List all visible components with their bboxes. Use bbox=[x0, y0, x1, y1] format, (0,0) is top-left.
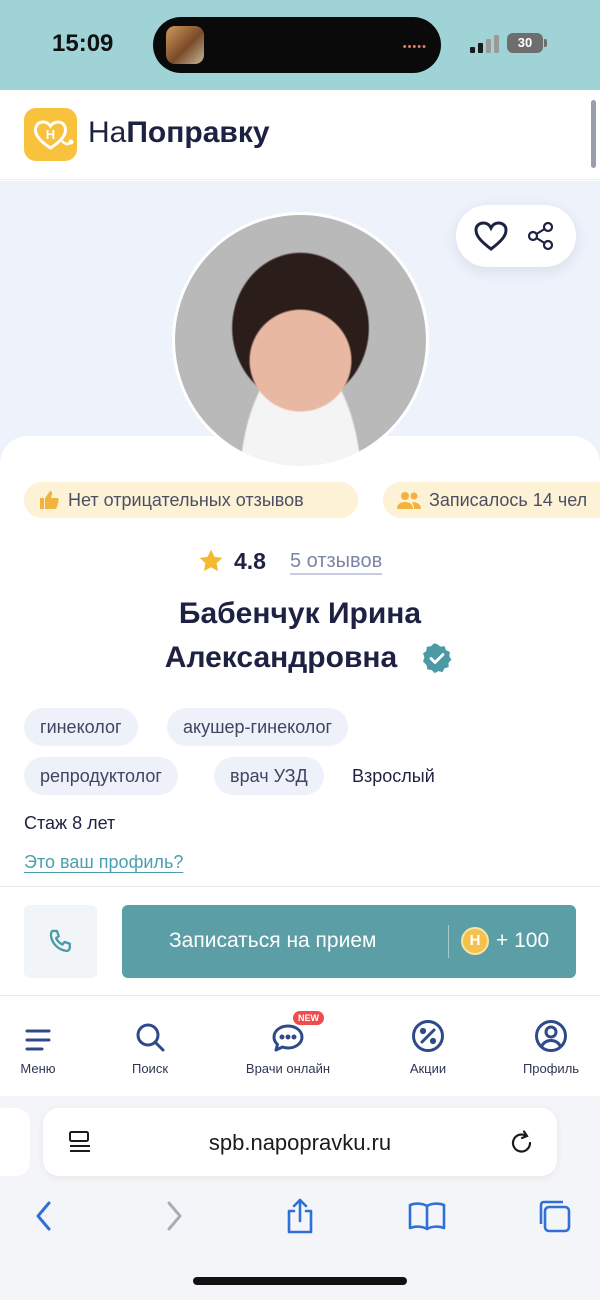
page-scrollbar[interactable] bbox=[591, 100, 596, 168]
nav-label: Врачи онлайн bbox=[245, 1061, 331, 1076]
rating-row: 4.8 5 отзывов bbox=[198, 544, 382, 578]
appointments-count-badge: Записалось 14 чел bbox=[383, 482, 600, 518]
status-bar: 15:09 ••••• 30 bbox=[0, 0, 600, 90]
bonus-coin-icon: Н bbox=[461, 927, 489, 955]
booking-bar: Записаться на прием Н + 100 bbox=[0, 886, 600, 996]
specialty-chip[interactable]: репродуктолог bbox=[24, 757, 178, 795]
audio-waveform-icon: ••••• bbox=[402, 41, 427, 53]
share-sheet-icon[interactable] bbox=[278, 1196, 322, 1236]
signal-icon bbox=[470, 35, 500, 53]
nav-item-promotions[interactable]: Акции bbox=[373, 1015, 483, 1076]
doctor-avatar bbox=[172, 212, 429, 469]
address-bar[interactable]: spb.napopravku.ru bbox=[43, 1108, 557, 1176]
logo-bold: Поправку bbox=[126, 116, 270, 149]
nav-label: Меню bbox=[20, 1061, 56, 1076]
users-icon bbox=[397, 492, 421, 509]
nav-item-search[interactable]: Поиск bbox=[95, 1015, 205, 1076]
site-header: Н НаПоправку bbox=[0, 90, 600, 180]
search-icon bbox=[95, 1015, 205, 1053]
now-playing-thumbnail bbox=[166, 26, 204, 64]
bookmarks-icon[interactable] bbox=[405, 1196, 449, 1236]
specialty-chip[interactable]: врач УЗД bbox=[214, 757, 324, 795]
nav-label: Профиль bbox=[522, 1061, 580, 1076]
nav-label: Акции bbox=[409, 1061, 447, 1076]
status-time: 15:09 bbox=[52, 30, 114, 57]
logo-prefix: На bbox=[88, 116, 127, 149]
url-text: spb.napopravku.ru bbox=[208, 1130, 392, 1155]
profile-actions bbox=[456, 205, 576, 267]
specialty-chip[interactable]: гинеколог bbox=[24, 708, 138, 746]
nav-label: Поиск bbox=[131, 1061, 169, 1076]
heart-icon[interactable] bbox=[474, 219, 508, 253]
heart-stethoscope-logo[interactable]: Н bbox=[24, 108, 77, 161]
no-negative-reviews-badge: Нет отрицательных отзывов bbox=[24, 482, 358, 518]
badge-text: Нет отрицательных отзывов bbox=[68, 489, 304, 510]
book-button-divider bbox=[448, 925, 449, 958]
browser-toolbar: spb.napopravku.ru bbox=[0, 1096, 600, 1300]
svg-text:Н: Н bbox=[46, 127, 55, 142]
reload-icon[interactable] bbox=[509, 1128, 535, 1161]
forward-icon[interactable] bbox=[152, 1196, 196, 1236]
experience-text: Стаж 8 лет bbox=[24, 813, 116, 833]
chat-icon: NEW bbox=[233, 1011, 343, 1053]
claim-profile-link[interactable]: Это ваш профиль? bbox=[24, 852, 183, 873]
book-appointment-button[interactable]: Записаться на прием Н + 100 bbox=[122, 905, 576, 978]
doctor-name-line1: Бабенчук Ирина bbox=[178, 597, 422, 630]
specialty-chip[interactable]: акушер-гинеколог bbox=[167, 708, 349, 746]
share-icon[interactable] bbox=[524, 219, 558, 253]
star-icon bbox=[199, 549, 223, 572]
user-icon bbox=[496, 1015, 600, 1053]
site-logo-text[interactable]: НаПоправку bbox=[88, 116, 270, 150]
call-button[interactable] bbox=[24, 905, 97, 978]
discount-icon bbox=[373, 1015, 483, 1053]
previous-tab-preview[interactable] bbox=[0, 1108, 30, 1176]
thumbs-up-icon bbox=[40, 491, 59, 509]
badge-text: Записалось 14 чел bbox=[429, 489, 588, 510]
nav-item-online-doctors[interactable]: NEW Врачи онлайн bbox=[233, 1011, 343, 1076]
menu-icon bbox=[0, 1015, 93, 1053]
age-group-label: Взрослый bbox=[352, 766, 435, 786]
bonus-points: + 100 bbox=[496, 929, 550, 952]
nav-item-menu[interactable]: Меню bbox=[0, 1015, 93, 1076]
doctor-name: Бабенчук Ирина Александровна bbox=[0, 592, 600, 680]
tabs-icon[interactable] bbox=[532, 1196, 576, 1236]
new-badge: NEW bbox=[293, 1011, 324, 1025]
home-indicator[interactable] bbox=[193, 1277, 407, 1285]
bottom-app-nav: Меню Поиск NEW Врачи онлайн Акции Профил… bbox=[0, 997, 600, 1095]
back-icon[interactable] bbox=[22, 1196, 66, 1236]
rating-value: 4.8 bbox=[234, 547, 266, 574]
phone-icon bbox=[49, 929, 71, 952]
book-button-label: Записаться на прием bbox=[169, 929, 377, 952]
dynamic-island: ••••• bbox=[153, 17, 441, 73]
reviews-link[interactable]: 5 отзывов bbox=[290, 550, 382, 573]
doctor-name-line2: Александровна bbox=[164, 641, 398, 674]
verified-check-icon bbox=[422, 643, 452, 674]
battery-indicator: 30 bbox=[507, 33, 547, 53]
nav-item-profile[interactable]: Профиль bbox=[496, 1015, 600, 1076]
